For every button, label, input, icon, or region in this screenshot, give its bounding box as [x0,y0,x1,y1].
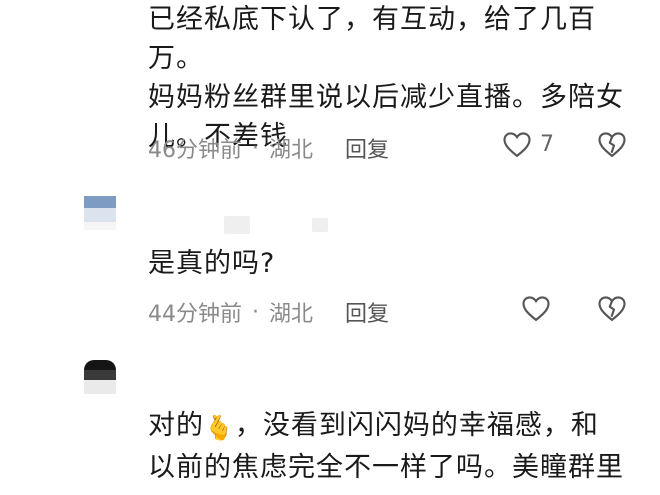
like-button[interactable]: 7 [502,130,554,158]
dislike-button[interactable] [597,294,627,322]
comment-location: 湖北 [269,138,314,163]
comment-time: 44分钟前 [148,302,242,327]
avatar[interactable] [84,360,116,394]
separator: · [252,299,259,325]
like-button[interactable] [521,294,551,322]
comment-line: 对的🫰，没看到闪闪妈的幸福感，和 [148,406,642,448]
comment-time: 46分钟前 [148,138,242,163]
username-blurred [224,216,250,234]
separator: · [252,135,259,161]
avatar[interactable] [84,196,116,230]
comment-meta: 46分钟前 · 湖北 回复 [148,132,389,164]
comment-line: 已经私底下认了，有互动，给了几百万。 [148,4,596,74]
comment-line: 以前的焦虑完全不一样了吗。美瞳群里 [148,452,624,483]
comment-line: 妈妈粉丝群里说以后减少直播。多陪女 [148,82,624,113]
comment-meta: 44分钟前 · 湖北 回复 [148,296,389,328]
broken-heart-icon [598,132,626,158]
comment-line-prefix: 对的 [148,410,204,441]
broken-heart-icon [598,296,626,322]
heart-outline-icon [522,296,550,322]
dislike-button[interactable] [597,130,627,158]
comment-location: 湖北 [269,302,314,327]
comment-text: 对的🫰，没看到闪闪妈的幸福感，和 以前的焦虑完全不一样了吗。美瞳群里 [148,406,642,487]
like-count: 7 [540,131,554,157]
finger-heart-emoji: 🫰 [204,414,235,442]
comment-text: 是真的吗? [148,248,276,279]
reply-button[interactable]: 回复 [345,132,389,164]
reply-button[interactable]: 回复 [345,296,389,328]
comment-line-suffix: ，没看到闪闪妈的幸福感，和 [234,410,599,441]
heart-outline-icon [503,132,531,158]
username-blurred [312,218,328,232]
